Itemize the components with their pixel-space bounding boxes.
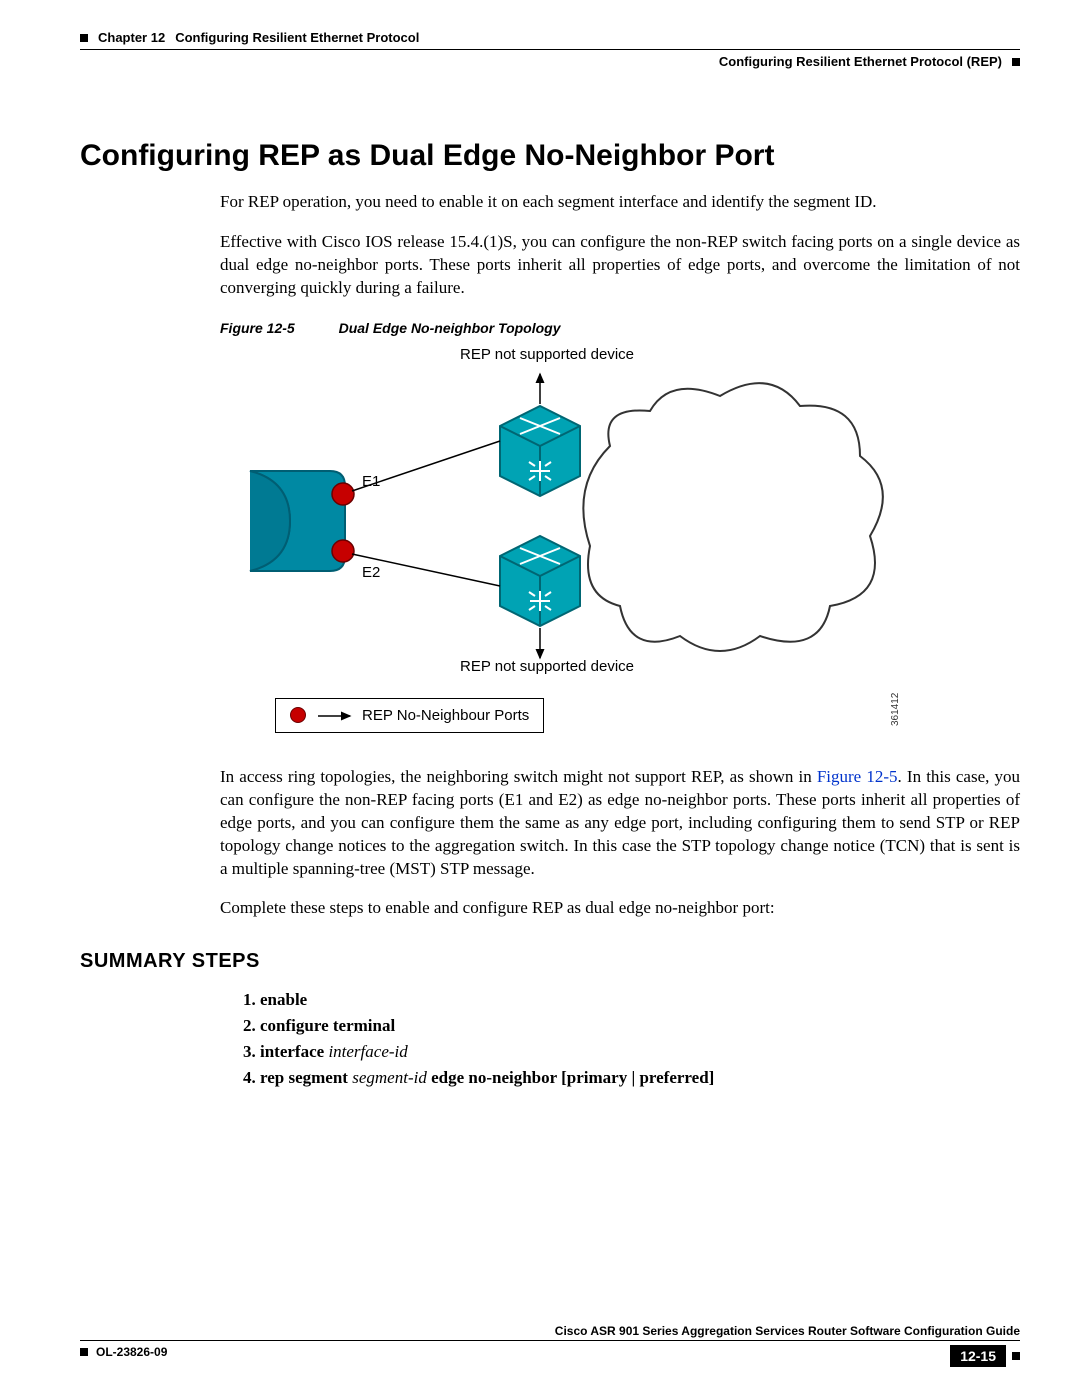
paragraph-text: In access ring topologies, the neighbori… — [220, 767, 817, 786]
figure-link[interactable]: Figure 12-5 — [817, 767, 898, 786]
paragraph: Effective with Cisco IOS release 15.4.(1… — [220, 231, 1020, 300]
page-number: 12-15 — [950, 1345, 1006, 1367]
footer-square-icon — [1012, 1352, 1020, 1360]
footer-guide-title: Cisco ASR 901 Series Aggregation Service… — [80, 1324, 1020, 1338]
diagram-label-e1: E1 — [362, 473, 380, 490]
doc-id: OL-23826-09 — [96, 1345, 167, 1359]
step-arg: segment-id — [352, 1068, 427, 1087]
figure-number: Figure 12-5 — [220, 320, 295, 336]
paragraph: For REP operation, you need to enable it… — [220, 191, 1020, 214]
header-rule — [80, 49, 1020, 50]
breadcrumb: Configuring Resilient Ethernet Protocol … — [719, 54, 1002, 69]
step-command: configure terminal — [260, 1016, 395, 1035]
topology-diagram: REP not supported device REP not support… — [180, 346, 900, 746]
figure-id: 361412 — [890, 692, 901, 725]
step-item: configure terminal — [260, 1016, 1020, 1036]
paragraph: Complete these steps to enable and confi… — [220, 897, 1020, 920]
header-square-icon — [1012, 58, 1020, 66]
page-header: Chapter 12 Configuring Resilient Etherne… — [80, 30, 1020, 45]
step-arg: interface-id — [328, 1042, 407, 1061]
red-dot-icon — [290, 707, 306, 723]
step-command: interface — [260, 1042, 324, 1061]
step-command: rep segment — [260, 1068, 348, 1087]
chapter-title: Configuring Resilient Ethernet Protocol — [175, 30, 419, 45]
footer-rule — [80, 1340, 1020, 1341]
section-heading: Configuring REP as Dual Edge No-Neighbor… — [80, 139, 1020, 173]
step-command: enable — [260, 990, 307, 1009]
paragraph: In access ring topologies, the neighbori… — [220, 766, 1020, 881]
summary-steps-list: enable configure terminal interface inte… — [240, 990, 1020, 1088]
chapter-number: Chapter 12 — [98, 30, 165, 45]
footer-square-icon — [80, 1348, 88, 1356]
summary-steps-heading: SUMMARY STEPS — [80, 950, 1020, 973]
step-item: rep segment segment-id edge no-neighbor … — [260, 1068, 1020, 1088]
header-square-icon — [80, 34, 88, 42]
figure-title: Dual Edge No-neighbor Topology — [339, 320, 561, 336]
figure-caption: Figure 12-5 Dual Edge No-neighbor Topolo… — [220, 320, 1020, 336]
diagram-label-top: REP not supported device — [460, 346, 634, 363]
diagram-label-bottom: REP not supported device — [460, 658, 634, 675]
page-footer: Cisco ASR 901 Series Aggregation Service… — [80, 1324, 1020, 1367]
diagram-label-e2: E2 — [362, 564, 380, 581]
legend-box: REP No-Neighbour Ports — [275, 698, 544, 733]
legend-text: REP No-Neighbour Ports — [362, 707, 529, 724]
step-item: enable — [260, 990, 1020, 1010]
step-item: interface interface-id — [260, 1042, 1020, 1062]
step-command: edge no-neighbor [primary | preferred] — [431, 1068, 714, 1087]
